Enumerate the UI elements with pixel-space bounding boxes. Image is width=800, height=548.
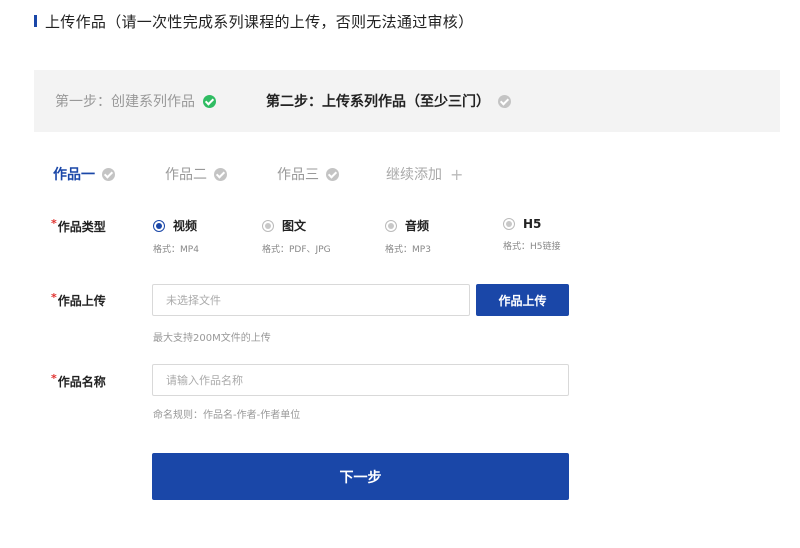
add-work-tab[interactable]: 继续添加 +: [386, 164, 463, 184]
page-title: 上传作品（请一次性完成系列课程的上传，否则无法通过审核）: [45, 12, 474, 31]
tab-label: 作品一: [53, 167, 95, 183]
tab-work-1[interactable]: 作品一: [53, 164, 165, 184]
radio-selected-icon[interactable]: [153, 219, 165, 232]
format-hint: 格式：MP3: [385, 245, 431, 255]
radio-label: 视频: [173, 219, 198, 233]
tab-work-2[interactable]: 作品二: [165, 164, 277, 184]
tab-work-3[interactable]: 作品三: [277, 164, 386, 184]
work-name-label: *作品名称: [51, 372, 106, 389]
work-name-input[interactable]: 请输入作品名称: [152, 364, 569, 396]
radio-option-h5[interactable]: H5 格式：H5链接: [503, 217, 561, 252]
next-step-button[interactable]: 下一步: [152, 453, 569, 500]
radio-label: 图文: [282, 219, 307, 233]
radio-option-video[interactable]: 视频 格式：MP4: [153, 217, 199, 255]
radio-unselected-icon[interactable]: [503, 218, 515, 230]
check-circle-icon: [214, 167, 227, 181]
format-hint: 格式：MP4: [153, 245, 199, 255]
tab-label: 继续添加: [386, 167, 442, 183]
step-1-label: 第一步：创建系列作品: [55, 94, 195, 110]
work-type-label: *作品类型: [51, 217, 106, 234]
check-circle-icon: [102, 167, 115, 181]
step-2-label: 第二步：上传系列作品（至少三门）: [266, 94, 490, 110]
step-indicator: 第一步：创建系列作品 第二步：上传系列作品（至少三门）: [34, 70, 780, 132]
radio-label: H5: [523, 217, 542, 231]
required-mark: *: [51, 217, 57, 230]
radio-label: 音频: [405, 219, 430, 233]
required-mark: *: [51, 372, 57, 385]
upload-hint: 最大支持200M文件的上传: [153, 333, 271, 344]
file-name-display[interactable]: 未选择文件: [152, 284, 470, 316]
radio-option-audio[interactable]: 音频 格式：MP3: [385, 217, 431, 255]
required-mark: *: [51, 291, 57, 304]
radio-unselected-icon[interactable]: [262, 219, 274, 232]
plus-icon: +: [450, 164, 464, 184]
page-header: 上传作品（请一次性完成系列课程的上传，否则无法通过审核）: [34, 10, 473, 32]
title-accent-bar: [34, 15, 37, 27]
check-circle-icon: [326, 167, 339, 181]
tab-label: 作品二: [165, 167, 207, 183]
naming-rule-hint: 命名规则：作品名-作者-作者单位: [153, 410, 301, 421]
format-hint: 格式：PDF、JPG: [262, 245, 331, 255]
check-circle-icon: [203, 94, 216, 108]
radio-unselected-icon[interactable]: [385, 219, 397, 232]
step-1: 第一步：创建系列作品: [55, 91, 216, 111]
format-hint: 格式：H5链接: [503, 242, 561, 252]
upload-label: *作品上传: [51, 291, 106, 308]
radio-option-article[interactable]: 图文 格式：PDF、JPG: [262, 217, 331, 255]
work-tabs: 作品一 作品二 作品三 继续添加 +: [53, 163, 463, 185]
check-circle-icon: [498, 94, 511, 108]
tab-label: 作品三: [277, 167, 319, 183]
upload-button[interactable]: 作品上传: [476, 284, 569, 316]
step-2: 第二步：上传系列作品（至少三门）: [266, 91, 511, 111]
